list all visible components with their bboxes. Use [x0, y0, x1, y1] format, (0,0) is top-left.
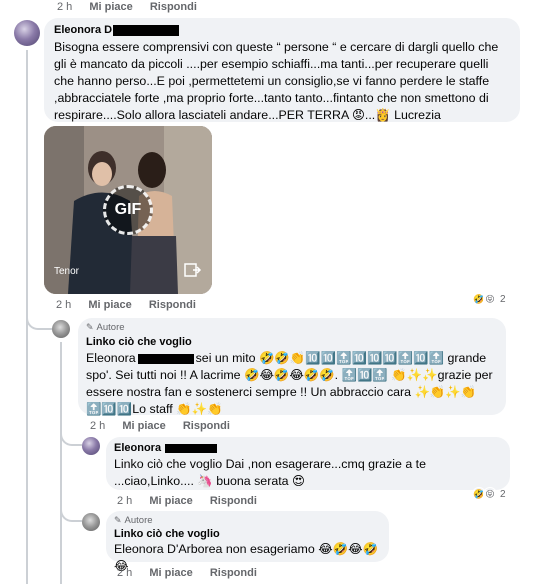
reaction-tongue-icon: 😝 — [483, 487, 497, 501]
reply3-author[interactable]: Linko ciò che voglio — [114, 528, 381, 540]
redacted-name — [165, 443, 218, 453]
top-meta-row: 2 h Mi piace Rispondi — [57, 1, 211, 13]
external-link-icon[interactable] — [184, 262, 202, 278]
reply2-reactions[interactable]: 🤣 😝 2 — [472, 487, 506, 501]
reply2-author[interactable]: Eleonora — [114, 442, 502, 454]
pencil-icon: ✎ — [114, 515, 122, 525]
author-badge: ✎ Autore — [86, 322, 498, 333]
top-reply-button[interactable]: Rispondi — [150, 1, 197, 13]
reply-bubble-3: ✎ Autore Linko ciò che voglio Eleonora D… — [106, 511, 389, 573]
reply1-author[interactable]: Linko ciò che voglio — [86, 336, 498, 348]
comment1-time[interactable]: 2 h — [56, 299, 71, 311]
top-like-button[interactable]: Mi piace — [89, 1, 132, 13]
reply3-meta-row: 2 h Mi piace Rispondi — [117, 567, 271, 579]
comment1-like-button[interactable]: Mi piace — [88, 299, 131, 311]
author-badge-label: Autore — [124, 515, 153, 526]
avatar-eleonora[interactable] — [14, 20, 40, 46]
top-time[interactable]: 2 h — [57, 1, 72, 13]
redacted-name — [113, 24, 180, 36]
reply3-reply-button[interactable]: Rispondi — [210, 567, 257, 579]
gif-source: Tenor — [54, 266, 80, 277]
thread-connector-2 — [60, 432, 82, 446]
reaction-count: 2 — [500, 488, 506, 500]
reply2-time[interactable]: 2 h — [117, 495, 132, 507]
comment1-reactions[interactable]: 🤣 😝 2 — [472, 292, 506, 306]
comment1-reply-button[interactable]: Rispondi — [149, 299, 196, 311]
reply2-meta-row: 2 h Mi piace Rispondi — [117, 495, 271, 507]
reply1-text: Eleonora sei un mito 🤣🤣👏🔟🔟🔝🔟🔟🔟🔝🔟🔝 grande … — [86, 351, 493, 416]
redacted-name — [137, 353, 194, 364]
reaction-count: 2 — [500, 293, 506, 305]
reply1-like-button[interactable]: Mi piace — [122, 420, 165, 432]
comment-text: Bisogna essere comprensivi con queste “ … — [54, 40, 499, 122]
reply1-mention[interactable]: Eleonora — [86, 351, 136, 365]
comment-author[interactable]: Eleonora D — [54, 24, 510, 36]
gif-attachment[interactable]: GIF Tenor — [44, 126, 212, 294]
avatar-eleonora-small[interactable] — [82, 437, 100, 455]
gif-label: GIF — [114, 201, 142, 218]
reply2-reply-button[interactable]: Rispondi — [210, 495, 257, 507]
reply3-mention[interactable]: Eleonora D'Arborea — [114, 542, 222, 556]
gif-play-badge[interactable]: GIF — [103, 185, 153, 235]
comment-bubble-1: Eleonora D Bisogna essere comprensivi co… — [44, 18, 520, 122]
reply2-mention[interactable]: Linko ciò che voglio — [114, 457, 222, 471]
thread-line-replies — [60, 342, 62, 584]
thread-connector-3 — [60, 508, 82, 522]
avatar-linko-small[interactable] — [82, 513, 100, 531]
reply3-like-button[interactable]: Mi piace — [149, 567, 192, 579]
reply1-time[interactable]: 2 h — [90, 420, 105, 432]
author-badge: ✎ Autore — [114, 515, 381, 526]
reply2-text: Linko ciò che voglio Dai ,non esagerare.… — [114, 457, 427, 488]
reply-bubble-1: ✎ Autore Linko ciò che voglio Eleonora se… — [78, 318, 506, 416]
reply3-time[interactable]: 2 h — [117, 567, 132, 579]
reply-bubble-2: Eleonora Linko ciò che voglio Dai ,non e… — [106, 437, 510, 490]
reply1-meta-row: 2 h Mi piace Rispondi — [90, 420, 244, 432]
reply1-reply-button[interactable]: Rispondi — [183, 420, 230, 432]
comment1-meta-row: 2 h Mi piace Rispondi — [56, 299, 210, 311]
thread-connector-1 — [26, 312, 52, 330]
reaction-tongue-icon: 😝 — [483, 292, 497, 306]
pencil-icon: ✎ — [86, 322, 94, 332]
avatar-linko[interactable] — [52, 320, 70, 338]
author-badge-label: Autore — [96, 322, 125, 333]
reply2-like-button[interactable]: Mi piace — [149, 495, 192, 507]
